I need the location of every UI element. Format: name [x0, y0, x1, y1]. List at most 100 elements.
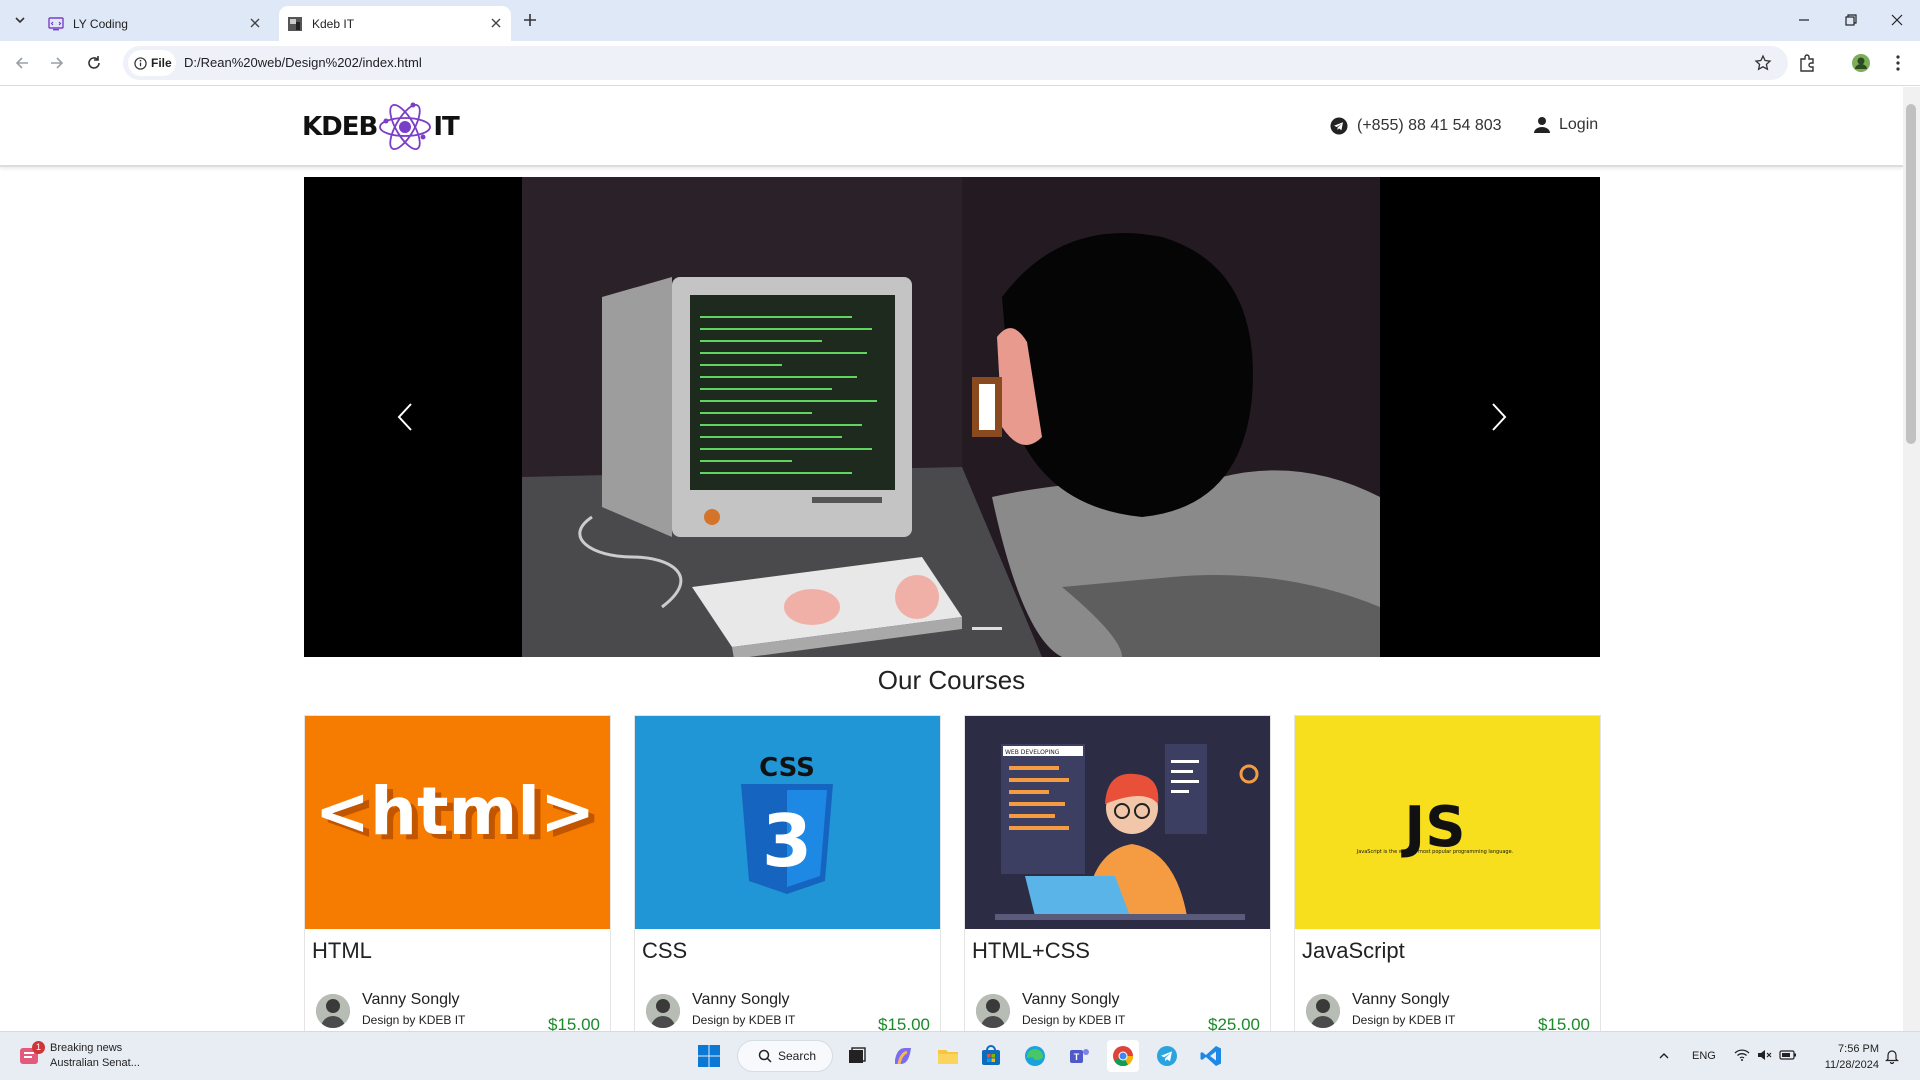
atom-logo-icon: [379, 102, 432, 151]
minimize-icon[interactable]: [1796, 12, 1812, 28]
show-hidden-icons-chevron-icon[interactable]: [1658, 1050, 1670, 1062]
design-credit: Design by KDEB IT: [1352, 1013, 1456, 1027]
carousel-next-arrow-icon[interactable]: [1484, 399, 1512, 435]
extensions-puzzle-icon[interactable]: [1797, 52, 1819, 74]
author-name: Vanny Songly: [1022, 991, 1120, 1008]
chevron-down-icon: [15, 17, 25, 24]
course-card-html-css[interactable]: WEB DEVELOPING HTML+CSS Vanny Songly Des…: [964, 715, 1271, 1031]
author-avatar: [1306, 994, 1340, 1028]
course-card-javascript[interactable]: JS JavaScript is the world's most popula…: [1294, 715, 1601, 1031]
task-view-icon[interactable]: [841, 1040, 873, 1072]
author-name: Vanny Songly: [362, 991, 460, 1008]
login-link[interactable]: Login: [1533, 116, 1598, 134]
telegram-icon: [1330, 117, 1348, 135]
design-credit: Design by KDEB IT: [362, 1013, 466, 1027]
search-label: Search: [778, 1049, 817, 1063]
carousel-prev-arrow-icon[interactable]: [392, 399, 420, 435]
url-text[interactable]: D:/Rean%20web/Design%202/index.html: [184, 55, 422, 70]
profile-avatar-icon[interactable]: [1850, 52, 1872, 74]
restore-icon[interactable]: [1843, 12, 1859, 28]
browser-tab-strip: LY Coding Kdeb IT: [0, 0, 1920, 41]
svg-text:3: 3: [762, 799, 812, 883]
tab-title: LY Coding: [73, 16, 128, 31]
file-explorer-icon[interactable]: [932, 1040, 964, 1072]
tab-ly-coding[interactable]: LY Coding: [38, 6, 270, 41]
course-name: HTML+CSS: [972, 938, 1090, 963]
hero-slide-image: [522, 177, 1380, 657]
language-indicator[interactable]: ENG: [1692, 1050, 1716, 1062]
address-bar[interactable]: File D:/Rean%20web/Design%202/index.html: [123, 46, 1788, 80]
news-badge: 1: [32, 1041, 45, 1054]
user-icon: [1534, 117, 1550, 133]
thumb-text: WEB DEVELOPING: [1005, 749, 1060, 756]
tab-search-button[interactable]: [9, 9, 31, 31]
course-price: $25.00: [1208, 1015, 1260, 1031]
microsoft-store-icon[interactable]: [975, 1040, 1007, 1072]
course-card-css[interactable]: CSS 3 CSS Vanny Songly Design by KDEB IT…: [634, 715, 941, 1031]
back-arrow-icon[interactable]: [12, 53, 32, 73]
course-price: $15.00: [548, 1015, 600, 1031]
close-tab-icon[interactable]: [489, 16, 503, 30]
teams-icon[interactable]: T: [1063, 1040, 1095, 1072]
design-credit: Design by KDEB IT: [692, 1013, 796, 1027]
wifi-icon[interactable]: [1734, 1047, 1750, 1063]
notification-bell-icon[interactable]: [1884, 1048, 1900, 1064]
news-title: Breaking news: [50, 1042, 123, 1054]
svg-text:T: T: [1074, 1052, 1080, 1062]
start-windows-icon[interactable]: [693, 1040, 725, 1072]
course-card-html[interactable]: <html> <html> HTML Vanny Songly Design b…: [304, 715, 611, 1031]
bookmark-star-icon[interactable]: [1754, 54, 1772, 72]
thumb-text: <html>: [315, 773, 596, 850]
course-price: $15.00: [1538, 1015, 1590, 1031]
course-price: $15.00: [878, 1015, 930, 1031]
thumb-text: CSS: [759, 753, 815, 783]
course-name: CSS: [642, 938, 688, 963]
clock-time: 7:56 PM: [1838, 1043, 1879, 1055]
author-avatar: [646, 994, 680, 1028]
close-tab-icon[interactable]: [248, 16, 262, 30]
phone-number: (+855) 88 41 54 803: [1357, 117, 1502, 134]
site-logo[interactable]: KDEB IT: [302, 97, 460, 157]
author-name: Vanny Songly: [692, 991, 790, 1008]
login-label: Login: [1559, 116, 1599, 133]
course-thumbnail: CSS 3: [635, 716, 940, 929]
volume-muted-icon[interactable]: [1756, 1047, 1772, 1063]
section-title-courses: Our Courses: [877, 665, 1026, 695]
windows-taskbar: 1 Breaking news Australian Senat... Sear…: [0, 1031, 1920, 1080]
course-thumbnail: JS JavaScript is the world's most popula…: [1295, 716, 1600, 929]
telegram-app-icon[interactable]: [1151, 1040, 1183, 1072]
reload-icon[interactable]: [84, 53, 104, 73]
site-header: KDEB IT (+855) 88 41 54 803 Login: [0, 87, 1903, 167]
news-widget[interactable]: 1 Breaking news Australian Senat...: [18, 1041, 140, 1071]
site-info-chip[interactable]: File: [128, 50, 176, 76]
browser-toolbar: File D:/Rean%20web/Design%202/index.html: [0, 41, 1920, 86]
scrollbar-thumb[interactable]: [1906, 104, 1916, 444]
course-name: HTML: [312, 938, 372, 963]
edge-browser-icon[interactable]: [1019, 1040, 1051, 1072]
course-thumbnail: <html> <html>: [305, 716, 610, 929]
logo-text-right: IT: [433, 112, 459, 142]
ly-coding-favicon-icon: [48, 16, 64, 32]
carousel-indicator[interactable]: [972, 627, 1002, 630]
kdeb-favicon-icon: [287, 16, 303, 32]
info-icon: [134, 56, 147, 70]
new-tab-plus-icon[interactable]: [520, 10, 540, 30]
page-viewport: KDEB IT (+855) 88 41 54 803 Login Our Co…: [0, 87, 1903, 1031]
close-window-icon[interactable]: [1889, 12, 1905, 28]
news-subtitle: Australian Senat...: [50, 1057, 140, 1069]
browser-menu-icon[interactable]: [1887, 52, 1909, 74]
tab-title: Kdeb IT: [312, 16, 355, 31]
forward-arrow-icon[interactable]: [47, 53, 67, 73]
tab-kdeb-it[interactable]: Kdeb IT: [279, 6, 511, 41]
search-icon: [758, 1049, 772, 1063]
vscode-icon[interactable]: [1195, 1040, 1227, 1072]
taskbar-search[interactable]: Search: [737, 1040, 833, 1072]
hero-carousel: [304, 177, 1600, 657]
copilot-icon[interactable]: [887, 1040, 919, 1072]
chrome-icon[interactable]: [1107, 1040, 1139, 1072]
battery-icon[interactable]: [1779, 1047, 1797, 1063]
security-chip-label: File: [151, 56, 172, 70]
contact-phone[interactable]: (+855) 88 41 54 803: [1330, 117, 1502, 135]
system-clock[interactable]: 7:56 PM 11/28/2024: [1809, 1041, 1879, 1073]
thumb-caption: JavaScript is the world's most popular p…: [1356, 849, 1514, 855]
